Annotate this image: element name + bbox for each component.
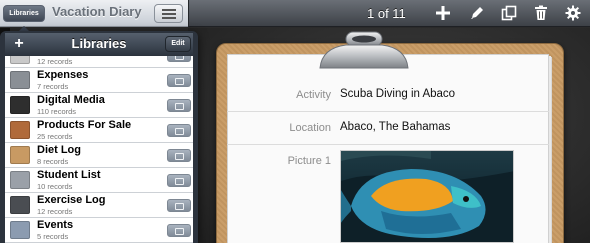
library-detail-button[interactable] [167, 199, 191, 212]
library-name: Digital Media [37, 94, 105, 106]
field-label-activity: Activity [296, 89, 331, 101]
parrotfish-photo-icon [341, 151, 513, 242]
library-item[interactable]: Products For Sale 25 records [5, 118, 193, 143]
field-value-activity[interactable]: Scuba Diving in Abaco [340, 88, 455, 100]
library-toolbar: Libraries Vacation Diary [0, 0, 188, 27]
library-name: Diet Log [37, 144, 81, 156]
library-name: Events [37, 219, 74, 231]
libraries-button[interactable]: Libraries [3, 5, 45, 22]
student-icon [10, 171, 30, 189]
library-item[interactable]: Events 5 records [5, 218, 193, 243]
diet-icon [10, 146, 30, 164]
edit-libraries-button[interactable]: Edit [165, 36, 191, 52]
library-name: Exercise Log [37, 194, 106, 206]
library-detail-button[interactable] [167, 174, 191, 187]
media-icon [10, 96, 30, 114]
library-record-count: 25 records [37, 132, 73, 141]
library-record-count: 5 records [37, 232, 69, 241]
list-icon [162, 9, 176, 19]
library-record-count: 7 records [37, 82, 69, 91]
library-name: Products For Sale [37, 119, 132, 131]
library-record-count: 12 records [37, 57, 73, 66]
library-name: Expenses [37, 69, 89, 81]
library-title: Vacation Diary [52, 4, 142, 19]
field-value-location[interactable]: Abaco, The Bahamas [340, 121, 450, 133]
ledger-icon [10, 71, 30, 89]
library-detail-button[interactable] [167, 149, 191, 162]
library-detail-button[interactable] [167, 56, 191, 62]
trash-icon[interactable] [533, 5, 549, 21]
library-detail-button[interactable] [167, 224, 191, 237]
library-item[interactable]: Exercise Log 12 records [5, 193, 193, 218]
products-icon [10, 121, 30, 139]
list-view-button[interactable] [154, 4, 183, 23]
events-icon [10, 221, 30, 239]
add-icon[interactable] [435, 5, 451, 21]
libraries-popover: Libraries + Edit 12 records Expenses 7 r… [0, 31, 198, 243]
library-detail-button[interactable] [167, 99, 191, 112]
library-list: 12 records Expenses 7 records Digital Me… [5, 56, 193, 243]
record-toolbar: 1 of 11 [188, 0, 590, 27]
library-record-count: 12 records [37, 207, 73, 216]
library-item[interactable]: 12 records [5, 56, 193, 68]
field-label-picture: Picture 1 [287, 155, 331, 167]
library-detail-button[interactable] [167, 74, 191, 87]
library-item[interactable]: Diet Log 8 records [5, 143, 193, 168]
library-name: Student List [37, 169, 101, 181]
library-record-count: 8 records [37, 157, 69, 166]
field-separator [227, 144, 549, 145]
exercise-icon [10, 196, 30, 214]
library-record-count: 110 records [37, 107, 77, 116]
library-record-count: 10 records [37, 182, 73, 191]
picture-thumbnail[interactable] [340, 150, 514, 243]
copy-icon[interactable] [501, 5, 517, 21]
record-position: 1 of 11 [367, 6, 406, 21]
clipboard-clip-icon [319, 31, 409, 69]
add-library-button[interactable]: + [8, 35, 30, 53]
edit-pencil-icon[interactable] [469, 5, 485, 21]
field-separator [227, 111, 549, 112]
field-label-location: Location [289, 122, 331, 134]
library-item[interactable]: Student List 10 records [5, 168, 193, 193]
gear-icon[interactable] [565, 5, 581, 21]
library-item[interactable]: Digital Media 110 records [5, 93, 193, 118]
library-detail-button[interactable] [167, 124, 191, 137]
calendar-icon [10, 56, 30, 64]
library-item[interactable]: Expenses 7 records [5, 68, 193, 93]
popover-header: Libraries + Edit [5, 33, 193, 55]
